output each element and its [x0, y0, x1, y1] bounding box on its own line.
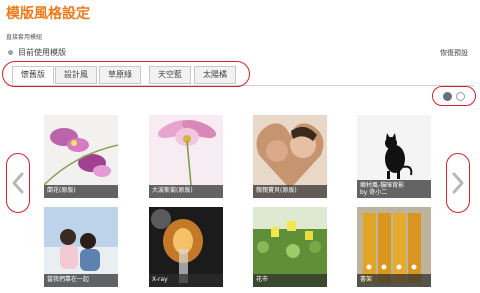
template-thumbnail[interactable]: 花市: [253, 207, 327, 287]
chevron-left-icon: [12, 172, 24, 194]
thumbnail-caption: 親親寶貝(原版): [253, 185, 327, 198]
previous-button[interactable]: [6, 153, 30, 213]
bullet-icon: [8, 50, 13, 55]
page-dot-1[interactable]: [443, 92, 452, 101]
tab-sun-orange[interactable]: 太陽橘: [194, 66, 236, 84]
restore-default-link[interactable]: 恢復預設: [440, 48, 468, 58]
thumbnail-caption: 大波斯菊(原版): [149, 185, 223, 198]
next-button[interactable]: [446, 153, 470, 213]
page-subtitle: 直接套用模組: [6, 34, 43, 41]
template-thumbnail[interactable]: 鄉村風-貓咪背影 by 奇小二: [357, 115, 431, 198]
template-thumbnail[interactable]: 書架: [357, 207, 431, 287]
template-thumbnail[interactable]: X-ray: [149, 207, 223, 287]
tab-nostalgic[interactable]: 懷舊版: [12, 66, 54, 84]
tab-grass-green[interactable]: 草原綠: [99, 66, 141, 84]
template-thumbnail[interactable]: 大波斯菊(原版): [149, 115, 223, 198]
chevron-right-icon: [452, 172, 464, 194]
thumbnail-caption: 鄉村風-貓咪背影 by 奇小二: [357, 180, 431, 198]
page-title: 模版風格設定: [6, 6, 90, 22]
thumbnail-caption: X-ray: [149, 274, 223, 287]
tab-design[interactable]: 設計風: [55, 66, 97, 84]
current-template-row: 目前使用模版 恢復預設: [8, 46, 468, 58]
current-template-label: 目前使用模版: [18, 48, 66, 57]
thumbnail-caption: 花市: [253, 274, 327, 287]
thumbnail-caption: 當我們靠在一起: [44, 274, 118, 287]
tab-sky-blue[interactable]: 天空藍: [149, 66, 191, 84]
page-dot-2[interactable]: [456, 92, 465, 101]
template-thumbnail[interactable]: 蘭花(原版): [44, 115, 118, 198]
thumbnail-caption: 蘭花(原版): [44, 185, 118, 198]
pagination-highlight: [432, 86, 476, 106]
template-thumbnail[interactable]: 當我們靠在一起: [44, 207, 118, 287]
thumbnail-caption: 書架: [357, 274, 431, 287]
template-thumbnail[interactable]: 親親寶貝(原版): [253, 115, 327, 198]
